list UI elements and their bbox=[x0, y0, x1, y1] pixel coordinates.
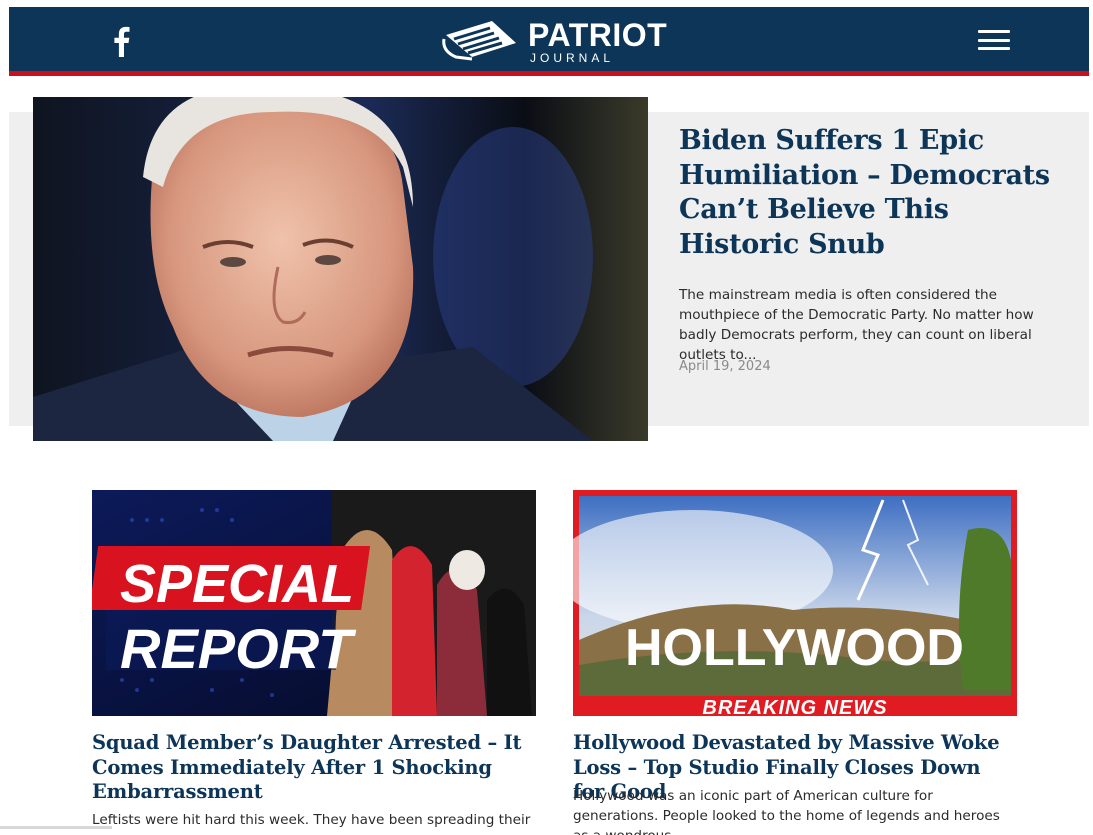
hero-excerpt: The mainstream media is often considered… bbox=[679, 287, 1034, 363]
special-text: SPECIAL bbox=[120, 554, 354, 614]
menu-bar bbox=[978, 38, 1010, 42]
card-excerpt: Hollywood was an iconic part of American… bbox=[573, 788, 1000, 835]
breaking-news-text: BREAKING NEWS bbox=[702, 697, 887, 716]
card-image-hollywood[interactable]: HOLLYWOOD BREAKING NEWS bbox=[573, 490, 1017, 716]
hero-image[interactable] bbox=[33, 97, 648, 441]
card-image-special-report[interactable]: SPECIAL REPORT bbox=[92, 490, 536, 716]
menu-bar bbox=[978, 30, 1010, 33]
site-header: PATRIOT JOURNAL bbox=[9, 7, 1089, 76]
logo-subtitle: JOURNAL bbox=[530, 50, 615, 65]
logo-title: PATRIOT bbox=[528, 16, 668, 53]
report-text: REPORT bbox=[120, 617, 357, 680]
menu-bar bbox=[978, 47, 1010, 50]
card-excerpt: Leftists were hit hard this week. They h… bbox=[92, 812, 531, 828]
hamburger-menu-icon[interactable] bbox=[976, 25, 1012, 55]
hero-date: April 19, 2024 bbox=[679, 359, 771, 374]
divider bbox=[0, 826, 112, 829]
newspaper-logo-icon bbox=[442, 17, 520, 66]
site-logo[interactable]: PATRIOT JOURNAL bbox=[442, 16, 672, 66]
card-title[interactable]: Squad Member’s Daughter Arrested – It Co… bbox=[92, 731, 536, 805]
hollywood-sign-text: HOLLYWOOD bbox=[625, 619, 964, 677]
hero-title[interactable]: Biden Suffers 1 Epic Humiliation – Democ… bbox=[679, 124, 1074, 262]
facebook-icon[interactable] bbox=[103, 23, 139, 59]
